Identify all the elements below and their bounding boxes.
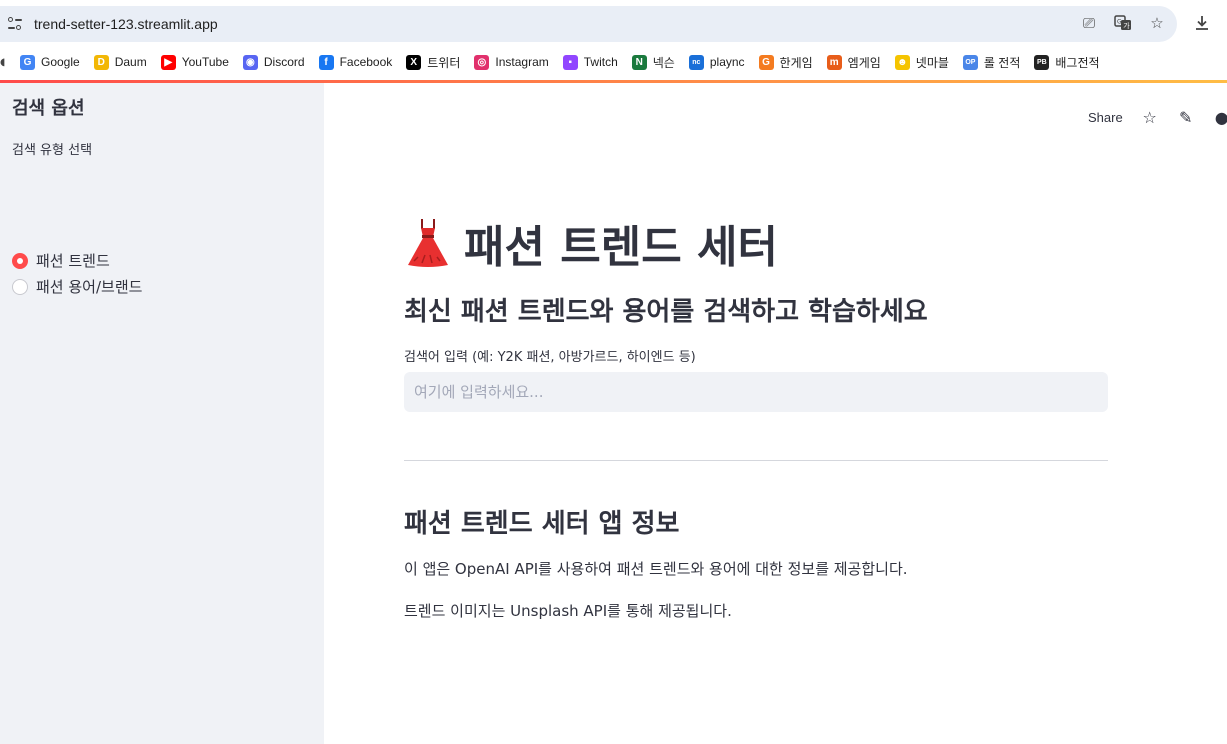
bookmark-item[interactable]: N 넥슨 xyxy=(631,54,675,71)
bookmark-item[interactable]: PB 배그전적 xyxy=(1034,54,1100,71)
plaync-icon: nc xyxy=(688,54,704,70)
github-icon[interactable]: ● xyxy=(1213,108,1227,127)
edit-pencil-icon[interactable]: ✎ xyxy=(1177,108,1195,127)
search-input-label: 검색어 입력 (예: Y2K 패션, 아방가르드, 하이엔드 등) xyxy=(404,350,696,365)
radio-option-fashion-terms[interactable]: 패션 용어/브랜드 xyxy=(12,276,142,297)
sidebar-title: 검색 옵션 xyxy=(12,98,85,119)
divider xyxy=(404,460,1108,461)
info-paragraph: 이 앱은 OpenAI API를 사용하여 패션 트렌드와 용어에 대한 정보를… xyxy=(404,560,908,578)
pubg-stats-icon: PB xyxy=(1034,54,1050,70)
bookmark-label: 트위터 xyxy=(427,55,461,70)
discord-icon: ◉ xyxy=(242,54,258,70)
mgame-icon: m xyxy=(826,54,842,70)
radio-option-label: 패션 용어/브랜드 xyxy=(36,278,143,296)
download-icon[interactable] xyxy=(1192,14,1212,34)
page-title: 패션 트렌드 세터 xyxy=(404,211,778,275)
bookmark-item[interactable]: OP 롤 전적 xyxy=(962,54,1021,71)
radio-group-label: 검색 유형 선택 xyxy=(12,143,93,158)
bookmark-item[interactable]: G 한게임 xyxy=(758,54,813,71)
site-settings-icon[interactable] xyxy=(8,17,22,31)
svg-text:G: G xyxy=(1117,19,1122,26)
bookmark-label: 한게임 xyxy=(779,55,813,70)
facebook-icon: f xyxy=(318,54,334,70)
browser-address-bar: trend-setter-123.streamlit.app ⎚ 가G ☆ xyxy=(0,0,1227,46)
bookmark-item[interactable]: ▶ YouTube xyxy=(160,54,229,70)
bookmark-item[interactable]: G Google xyxy=(20,54,80,70)
bookmark-item[interactable]: D Daum xyxy=(93,54,147,70)
apps-icon[interactable]: ◖ xyxy=(0,57,10,68)
bookmark-item[interactable]: X 트위터 xyxy=(406,54,460,71)
bookmark-item[interactable]: ☻ 넷마블 xyxy=(894,54,949,71)
google-icon: G xyxy=(20,54,35,70)
bookmark-label: Facebook xyxy=(339,55,393,69)
lol-stats-icon: OP xyxy=(962,54,978,70)
radio-unselected-icon[interactable] xyxy=(12,278,28,295)
page-subtitle: 최신 패션 트렌드와 용어를 검색하고 학습하세요 xyxy=(404,297,928,327)
hangame-icon: G xyxy=(758,54,774,70)
bookmark-label: Discord xyxy=(263,55,305,69)
bookmark-label: 넥슨 xyxy=(652,55,675,70)
bookmark-label: 엠게임 xyxy=(847,55,881,70)
x-icon: X xyxy=(406,54,422,70)
netmarble-icon: ☻ xyxy=(894,54,910,70)
twitch-icon: ▪ xyxy=(562,54,578,70)
instagram-icon: ◎ xyxy=(474,54,490,70)
bookmark-label: Daum xyxy=(114,55,147,69)
bookmark-label: YouTube xyxy=(181,55,229,69)
radio-option-label: 패션 트렌드 xyxy=(36,252,110,270)
star-icon[interactable]: ☆ xyxy=(1141,108,1159,127)
info-title: 패션 트렌드 세터 앱 정보 xyxy=(404,509,680,539)
page-title-text: 패션 트렌드 세터 xyxy=(464,222,778,273)
bookmarks-bar: ◖ G Google D Daum ▶ YouTube ◉ Discord f Facebook X… xyxy=(0,46,1227,78)
bookmark-item[interactable]: m 엠게임 xyxy=(826,54,881,71)
svg-text:가: 가 xyxy=(1123,21,1130,30)
radio-option-fashion-trend[interactable]: 패션 트렌드 xyxy=(12,250,110,271)
bookmark-item[interactable]: nc plaync xyxy=(688,54,745,70)
bookmark-label: 넷마블 xyxy=(915,55,949,70)
bookmark-item[interactable]: ◎ Instagram xyxy=(474,54,549,70)
bookmark-item[interactable]: ▪ Twitch xyxy=(562,54,618,70)
bookmark-label: 롤 전적 xyxy=(983,55,1021,70)
bookmark-item[interactable]: ◉ Discord xyxy=(242,54,305,70)
bookmark-label: plaync xyxy=(709,55,745,69)
bookmark-label: Twitch xyxy=(583,55,618,69)
sidebar xyxy=(0,83,324,744)
url-text[interactable]: trend-setter-123.streamlit.app xyxy=(34,16,218,32)
omnibox[interactable]: trend-setter-123.streamlit.app ⎚ 가G ☆ xyxy=(0,6,1177,42)
install-app-icon[interactable]: ⎚ xyxy=(1079,13,1099,33)
app-toolbar: Share ☆ ✎ ● xyxy=(1088,108,1227,127)
bookmark-label: Instagram xyxy=(495,55,549,69)
translate-icon[interactable]: 가G xyxy=(1113,13,1133,33)
search-input[interactable] xyxy=(404,372,1108,412)
bookmark-label: Google xyxy=(41,55,80,69)
bookmark-item[interactable]: f Facebook xyxy=(318,54,393,70)
info-paragraph: 트렌드 이미지는 Unsplash API를 통해 제공됩니다. xyxy=(404,602,732,620)
daum-icon: D xyxy=(93,54,109,70)
dress-icon xyxy=(404,217,452,269)
nexon-icon: N xyxy=(631,54,647,70)
share-button[interactable]: Share xyxy=(1088,110,1123,125)
bookmark-star-icon[interactable]: ☆ xyxy=(1147,13,1167,33)
radio-selected-icon[interactable] xyxy=(12,252,28,269)
youtube-icon: ▶ xyxy=(160,54,176,70)
bookmark-label: 배그전적 xyxy=(1055,55,1100,70)
